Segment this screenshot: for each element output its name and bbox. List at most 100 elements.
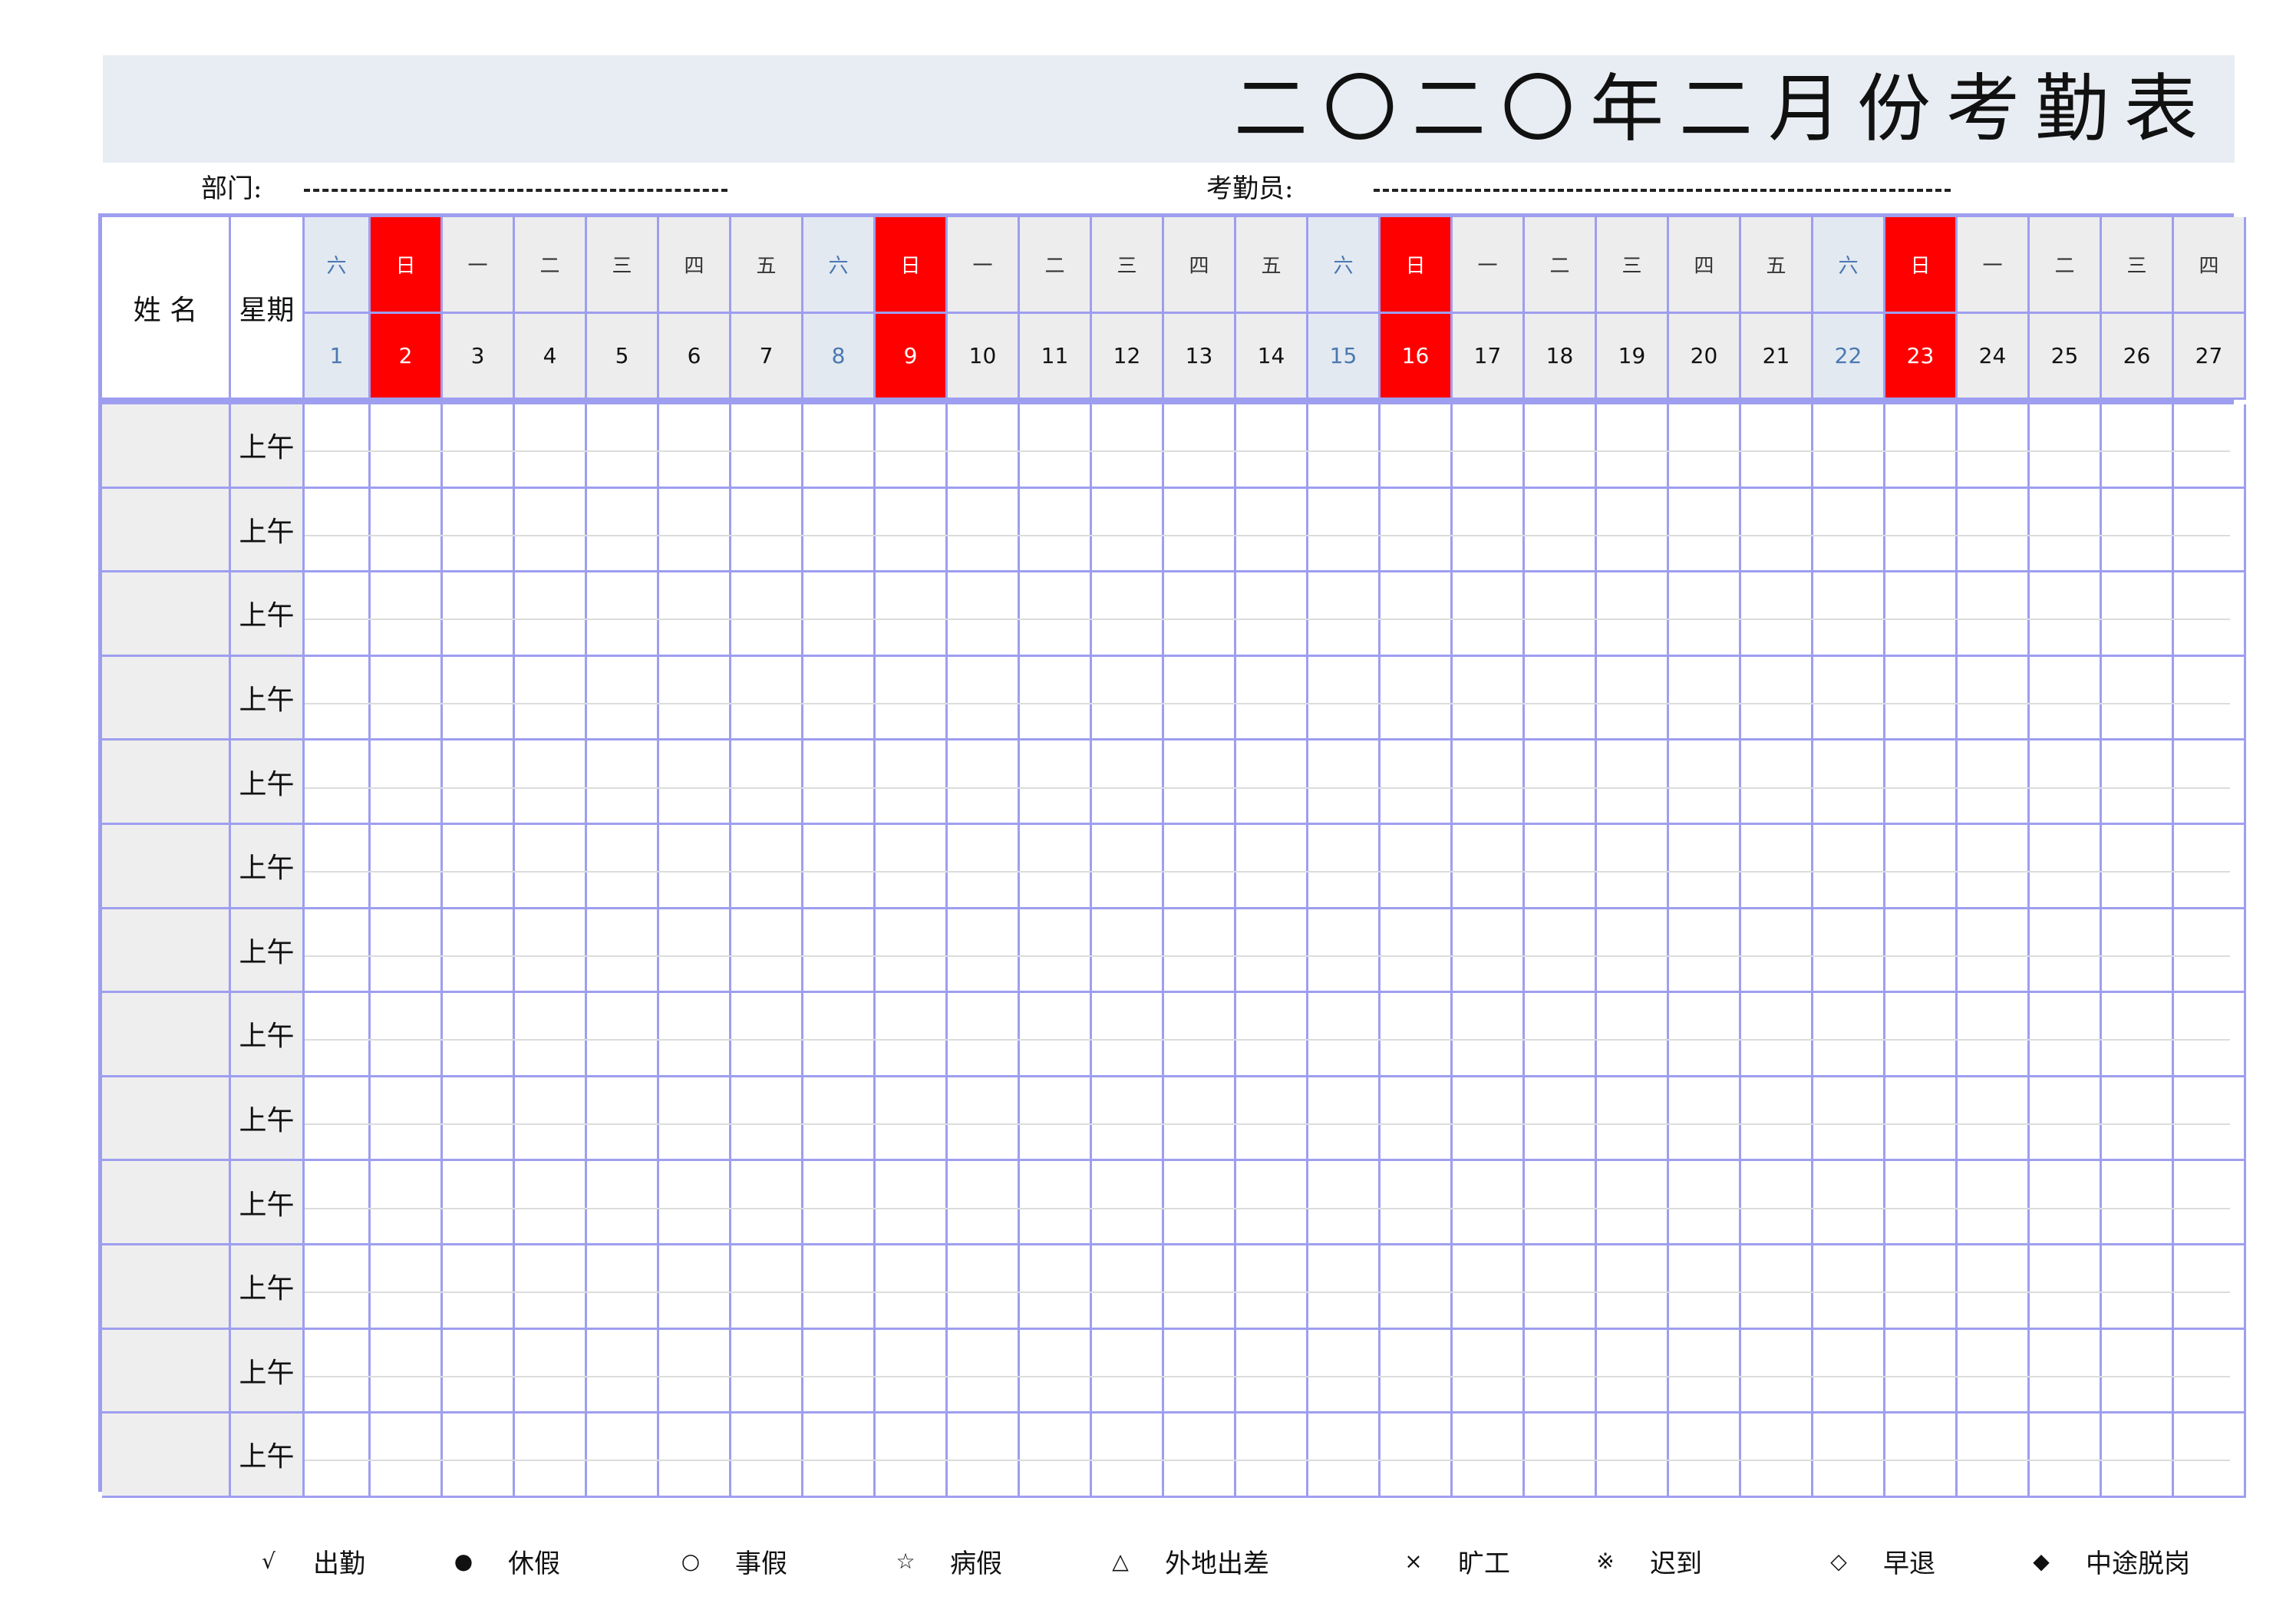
attendance-cell[interactable] xyxy=(515,404,587,489)
attendance-cell[interactable] xyxy=(1669,656,1741,741)
attendance-cell[interactable] xyxy=(1381,1414,1453,1498)
attendance-cell[interactable] xyxy=(587,1245,659,1330)
attendance-cell[interactable] xyxy=(305,993,371,1077)
attendance-cell[interactable] xyxy=(371,1329,443,1414)
attendance-cell[interactable] xyxy=(1597,572,1669,657)
attendance-cell[interactable] xyxy=(659,741,731,825)
attendance-cell[interactable] xyxy=(2102,572,2174,657)
attendance-cell[interactable] xyxy=(1308,993,1381,1077)
attendance-cell[interactable] xyxy=(371,572,443,657)
attendance-cell[interactable] xyxy=(2174,404,2246,489)
attendance-cell[interactable] xyxy=(731,909,803,994)
attendance-cell[interactable] xyxy=(1020,656,1092,741)
attendance-cell[interactable] xyxy=(515,488,587,573)
attendance-cell[interactable] xyxy=(1236,488,1308,573)
employee-name-cell[interactable] xyxy=(102,1329,231,1414)
attendance-cell[interactable] xyxy=(2030,656,2102,741)
attendance-cell[interactable] xyxy=(1597,488,1669,573)
attendance-cell[interactable] xyxy=(1669,993,1741,1077)
attendance-cell[interactable] xyxy=(443,1414,515,1498)
attendance-cell[interactable] xyxy=(1308,1077,1381,1162)
attendance-cell[interactable] xyxy=(1885,656,1958,741)
attendance-cell[interactable] xyxy=(1381,909,1453,994)
attendance-cell[interactable] xyxy=(1236,1329,1308,1414)
attendance-cell[interactable] xyxy=(587,909,659,994)
attendance-cell[interactable] xyxy=(1813,488,1885,573)
attendance-cell[interactable] xyxy=(1092,572,1164,657)
attendance-cell[interactable] xyxy=(2030,572,2102,657)
attendance-cell[interactable] xyxy=(1525,1414,1597,1498)
attendance-cell[interactable] xyxy=(1813,1245,1885,1330)
attendance-cell[interactable] xyxy=(948,1245,1020,1330)
attendance-cell[interactable] xyxy=(1813,825,1885,909)
attendance-cell[interactable] xyxy=(1453,1414,1525,1498)
attendance-cell[interactable] xyxy=(2174,1161,2246,1245)
attendance-cell[interactable] xyxy=(2030,404,2102,489)
attendance-cell[interactable] xyxy=(305,656,371,741)
attendance-cell[interactable] xyxy=(2102,1245,2174,1330)
attendance-cell[interactable] xyxy=(2030,1077,2102,1162)
attendance-cell[interactable] xyxy=(731,825,803,909)
attendance-cell[interactable] xyxy=(2174,741,2246,825)
attendance-cell[interactable] xyxy=(305,404,371,489)
attendance-cell[interactable] xyxy=(1741,909,1813,994)
attendance-cell[interactable] xyxy=(1741,1245,1813,1330)
attendance-cell[interactable] xyxy=(1020,909,1092,994)
attendance-cell[interactable] xyxy=(2174,1414,2246,1498)
attendance-cell[interactable] xyxy=(876,656,948,741)
attendance-cell[interactable] xyxy=(443,1077,515,1162)
attendance-cell[interactable] xyxy=(876,1414,948,1498)
attendance-cell[interactable] xyxy=(515,572,587,657)
attendance-cell[interactable] xyxy=(1308,1161,1381,1245)
attendance-cell[interactable] xyxy=(1669,572,1741,657)
attendance-cell[interactable] xyxy=(443,1245,515,1330)
attendance-cell[interactable] xyxy=(1669,741,1741,825)
attendance-cell[interactable] xyxy=(1453,404,1525,489)
employee-name-cell[interactable] xyxy=(102,572,231,657)
attendance-cell[interactable] xyxy=(305,488,371,573)
attendance-cell[interactable] xyxy=(1236,1414,1308,1498)
attendance-cell[interactable] xyxy=(1453,1077,1525,1162)
attendance-cell[interactable] xyxy=(1092,1077,1164,1162)
attendance-cell[interactable] xyxy=(2102,656,2174,741)
attendance-cell[interactable] xyxy=(1885,1161,1958,1245)
attendance-cell[interactable] xyxy=(2030,1245,2102,1330)
attendance-cell[interactable] xyxy=(1020,1414,1092,1498)
attendance-cell[interactable] xyxy=(443,741,515,825)
attendance-cell[interactable] xyxy=(1958,741,2030,825)
attendance-cell[interactable] xyxy=(1885,1414,1958,1498)
attendance-cell[interactable] xyxy=(1164,404,1236,489)
attendance-cell[interactable] xyxy=(803,1077,876,1162)
attendance-cell[interactable] xyxy=(1164,572,1236,657)
attendance-cell[interactable] xyxy=(1308,1329,1381,1414)
attendance-cell[interactable] xyxy=(1525,825,1597,909)
attendance-cell[interactable] xyxy=(587,825,659,909)
attendance-cell[interactable] xyxy=(1669,1077,1741,1162)
attendance-cell[interactable] xyxy=(1092,741,1164,825)
attendance-cell[interactable] xyxy=(587,1077,659,1162)
attendance-cell[interactable] xyxy=(1453,1329,1525,1414)
attendance-cell[interactable] xyxy=(1453,1245,1525,1330)
attendance-cell[interactable] xyxy=(1885,1329,1958,1414)
attendance-cell[interactable] xyxy=(1020,1245,1092,1330)
attendance-cell[interactable] xyxy=(2102,1414,2174,1498)
attendance-cell[interactable] xyxy=(803,1245,876,1330)
attendance-cell[interactable] xyxy=(659,404,731,489)
attendance-cell[interactable] xyxy=(1453,993,1525,1077)
attendance-cell[interactable] xyxy=(371,909,443,994)
attendance-cell[interactable] xyxy=(1308,1245,1381,1330)
attendance-cell[interactable] xyxy=(1741,825,1813,909)
attendance-cell[interactable] xyxy=(1525,1161,1597,1245)
attendance-cell[interactable] xyxy=(1741,741,1813,825)
employee-name-cell[interactable] xyxy=(102,656,231,741)
attendance-cell[interactable] xyxy=(1092,488,1164,573)
attendance-cell[interactable] xyxy=(876,1329,948,1414)
attendance-cell[interactable] xyxy=(1020,741,1092,825)
attendance-cell[interactable] xyxy=(1453,741,1525,825)
attendance-cell[interactable] xyxy=(1813,656,1885,741)
attendance-cell[interactable] xyxy=(1308,488,1381,573)
attendance-cell[interactable] xyxy=(1525,993,1597,1077)
attendance-cell[interactable] xyxy=(1741,1414,1813,1498)
attendance-cell[interactable] xyxy=(1597,741,1669,825)
attendance-cell[interactable] xyxy=(1958,1245,2030,1330)
